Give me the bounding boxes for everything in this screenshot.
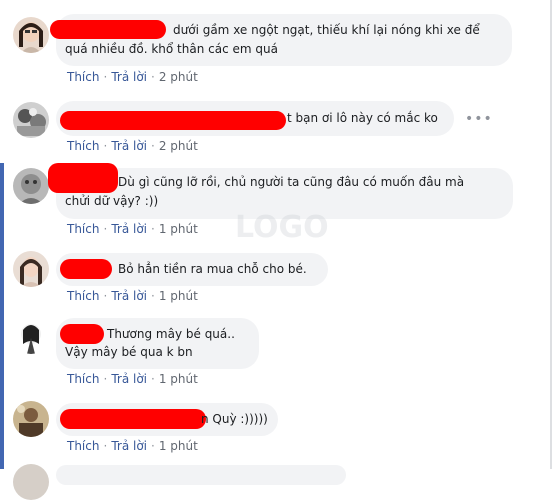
comment-bubble: dưới gầm xe ngột ngạt, thiếu khí lại nón… [50,14,512,66]
timestamp[interactable]: 1 phút [159,372,198,386]
redacted-author-name [60,259,112,279]
comment-text: Dù gì cũng lỡ rồi, chủ người ta cũng đâu… [118,175,465,189]
comment-actions: Thích · Trả lời · 2 phút [67,139,198,153]
timestamp[interactable]: 1 phút [159,439,198,453]
comment-bubble: Bỏ hẳn tiền ra mua chỗ cho bé. [56,253,328,286]
timestamp[interactable]: 2 phút [159,139,198,153]
comment-actions: Thích · Trả lời · 2 phút [67,70,198,84]
like-link[interactable]: Thích [67,372,99,386]
comment-text: t bạn ơi lô này có mắc ko [287,111,438,125]
comment-actions: Thích · Trả lời · 1 phút [67,289,198,303]
redacted-author-name [48,163,118,193]
comment-text: Thương mây bé quá.. [107,327,235,341]
timestamp[interactable]: 1 phút [159,289,198,303]
reply-link[interactable]: Trả lời [111,372,147,386]
timestamp[interactable]: 2 phút [159,70,198,84]
like-link[interactable]: Thích [67,139,99,153]
comment-actions: Thích · Trả lời · 1 phút [67,222,198,236]
like-link[interactable]: Thích [67,70,99,84]
like-link[interactable]: Thích [67,222,99,236]
comment-text: chửi dữ vậy? :)) [65,194,159,208]
watermark-logo: LOGO [235,210,329,245]
comment-bubble [56,465,346,485]
redacted-author-name [50,20,166,39]
avatar[interactable] [13,17,49,53]
comment-text: n Quỳ :))))) [201,412,268,426]
comment-bubble: Thương mây bé quá.. Vậy mây bé qua k bn [56,318,259,369]
avatar[interactable] [13,168,49,204]
more-horizontal-icon[interactable]: ••• [465,111,493,127]
comment-text: dưới gầm xe ngột ngạt, thiếu khí lại nón… [173,23,480,37]
comment-actions: Thích · Trả lời · 1 phút [67,372,198,386]
reply-link[interactable]: Trả lời [111,439,147,453]
reply-thread-line [0,163,4,469]
avatar[interactable] [13,251,49,287]
timestamp[interactable]: 1 phút [159,222,198,236]
comment-text: Bỏ hẳn tiền ra mua chỗ cho bé. [118,262,307,276]
like-link[interactable]: Thích [67,289,99,303]
avatar[interactable] [13,318,49,354]
redacted-author-name [60,409,206,429]
comment-text: quá nhiều đồ. khổ thân các em quá [65,42,278,56]
comment-text: Vậy mây bé qua k bn [65,345,193,359]
like-link[interactable]: Thích [67,439,99,453]
comment-bubble: n Quỳ :))))) [56,403,278,436]
avatar[interactable] [13,464,49,500]
reply-link[interactable]: Trả lời [111,222,147,236]
avatar[interactable] [13,102,49,138]
reply-link[interactable]: Trả lời [111,70,147,84]
avatar[interactable] [13,401,49,437]
redacted-author-name [60,111,286,130]
reply-link[interactable]: Trả lời [111,289,147,303]
reply-link[interactable]: Trả lời [111,139,147,153]
comment-bubble: t bạn ơi lô này có mắc ko [56,101,454,136]
redacted-author-name [60,324,104,344]
comment-actions: Thích · Trả lời · 1 phút [67,439,198,453]
